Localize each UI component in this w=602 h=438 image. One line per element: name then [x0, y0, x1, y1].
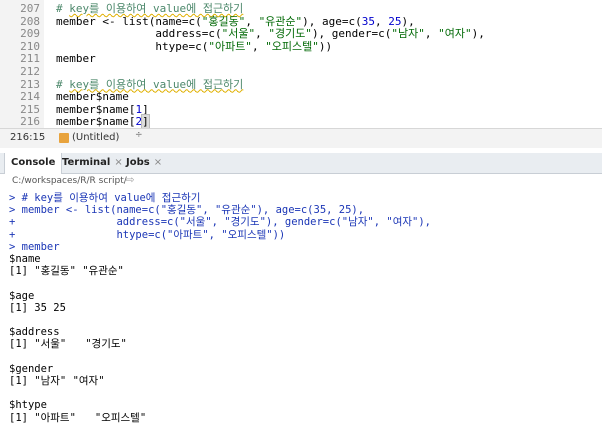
tab-console[interactable]: Console	[4, 153, 63, 174]
code-text[interactable]: # key를 이용하여 value에 접근하기	[56, 78, 243, 91]
arrow-icon[interactable]: ⇨	[126, 175, 134, 186]
console-input-line: > # key를 이용하여 value에 접근하기	[9, 192, 201, 204]
editor-line[interactable]: 212	[0, 65, 602, 78]
editor-line[interactable]: 210 htype=c("아파트", "오피스텔"))	[0, 40, 602, 53]
console-output-line: $age	[9, 289, 35, 302]
editor-line[interactable]: 207 # key를 이용하여 value에 접근하기	[0, 2, 602, 15]
code-text[interactable]: member$name[2]	[56, 114, 150, 128]
console-output-line: $gender	[9, 362, 54, 375]
editor-line[interactable]: 211 member	[0, 52, 602, 65]
code-token: "유관순"	[258, 14, 303, 28]
code-token: member$name[	[56, 115, 136, 128]
code-token: "오피스텔"	[265, 39, 319, 53]
code-text[interactable]: member$name[1]	[56, 103, 149, 116]
code-token: ,	[245, 14, 259, 28]
code-text[interactable]: address=c("서울", "경기도"), gender=c("남자", "…	[56, 27, 485, 40]
editor-status-bar: 216:15 (Untitled) ÷	[0, 128, 602, 149]
code-token: ))	[318, 39, 333, 53]
console-output[interactable]: > # key를 이용하여 value에 접근하기 > member <- lis…	[0, 190, 602, 438]
code-token: member <- list(name=c(	[56, 14, 202, 28]
code-token: "아파트"	[208, 39, 252, 53]
source-editor[interactable]: 207 # key를 이용하여 value에 접근하기 208 member <- l…	[0, 0, 602, 128]
editor-line[interactable]: 209 address=c("서울", "경기도"), gender=c("남자…	[0, 27, 602, 40]
cursor-position: 216:15	[10, 132, 46, 143]
code-token: member	[56, 52, 96, 66]
console-input-line: > member <- list(name=c("홍길동", "유관순"), a…	[9, 204, 365, 217]
console-output-line: [1] "서울" "경기도"	[9, 338, 127, 351]
console-input-line: + htype=c("아파트", "오피스텔"))	[9, 228, 286, 241]
code-token: ),	[471, 27, 485, 41]
line-number: 213	[20, 77, 40, 91]
text-cursor	[148, 116, 150, 128]
code-token: ,	[375, 14, 389, 28]
tab-label: Terminal	[62, 157, 111, 168]
code-text[interactable]: member <- list(name=c("홍길동", "유관순"), age…	[56, 15, 415, 28]
line-number: 215	[20, 102, 40, 116]
line-number: 212	[20, 65, 40, 78]
line-number: 207	[20, 2, 40, 15]
line-number: 214	[20, 90, 40, 104]
line-number: 210	[20, 39, 40, 53]
code-token: 25	[388, 14, 402, 28]
code-token: htype=c(	[56, 39, 209, 53]
code-token: "서울"	[221, 27, 256, 41]
line-number: 209	[20, 27, 40, 41]
console-output-line: [1] 35 25	[9, 301, 66, 314]
close-icon[interactable]: ×	[154, 157, 162, 168]
tab-terminal[interactable]: Terminal ×	[58, 153, 127, 173]
line-number: 216	[20, 115, 40, 128]
code-token: "여자"	[438, 27, 472, 41]
tab-jobs[interactable]: Jobs ×	[122, 153, 166, 173]
tab-label: Console	[11, 157, 56, 168]
code-token: #	[56, 77, 70, 91]
console-output-line: [1] "홍길동" "유관순"	[9, 265, 124, 278]
editor-line[interactable]: 208 member <- list(name=c("홍길동", "유관순"), …	[0, 15, 602, 28]
code-text[interactable]: member$name	[56, 90, 129, 103]
code-token: ),	[401, 14, 415, 28]
editor-line[interactable]: 216 member$name[2]	[0, 114, 602, 128]
code-token: #	[56, 2, 70, 15]
code-token: ,	[251, 39, 266, 53]
code-text[interactable]: member	[56, 52, 96, 65]
code-token: ), age=c(	[302, 14, 362, 28]
console-output-line: $address	[9, 326, 60, 339]
console-output-line: $name	[9, 253, 41, 265]
editor-line[interactable]: 215 member$name[1]	[0, 103, 602, 116]
chevron-updown-icon[interactable]: ÷	[135, 130, 143, 140]
console-tabbar: Console Terminal × Jobs ×	[0, 153, 602, 174]
console-input-line: + address=c("서울", "경기도"), gender=c("남자",…	[9, 216, 431, 229]
code-token: ), gender=c(	[311, 27, 392, 41]
line-number: 208	[20, 14, 40, 28]
code-token: ]	[141, 114, 150, 128]
code-token: "경기도"	[268, 27, 312, 41]
code-token: member$name	[56, 90, 129, 104]
code-token: ,	[255, 27, 269, 41]
code-token: ,	[424, 27, 439, 41]
console-output-line: $htype	[9, 399, 47, 412]
code-token: "홍길동"	[201, 14, 246, 28]
working-directory: C:/workspaces/R/R script/	[12, 176, 127, 186]
scope-selector[interactable]: (Untitled)	[72, 132, 119, 143]
tab-label: Jobs	[126, 157, 150, 168]
code-token: "남자"	[391, 27, 425, 41]
console-path-bar: C:/workspaces/R/R script/ ⇨	[0, 174, 602, 190]
editor-line[interactable]: 213 # key를 이용하여 value에 접근하기	[0, 78, 602, 91]
editor-line[interactable]: 214 member$name	[0, 90, 602, 103]
code-token: address=c(	[56, 27, 222, 41]
code-token: key를 이용하여 value에 접근하기	[69, 77, 244, 91]
code-token: 35	[361, 14, 376, 28]
code-token: ]	[142, 102, 149, 116]
code-text[interactable]: # key를 이용하여 value에 접근하기	[56, 2, 243, 15]
console-output-line: [1] "아파트" "오피스텔"	[9, 411, 147, 424]
file-type-icon	[59, 133, 69, 143]
line-number: 211	[20, 52, 40, 66]
code-token: member$name[	[56, 102, 136, 116]
console-input-line: > member	[9, 240, 60, 253]
console-output-line: [1] "남자" "여자"	[9, 375, 105, 387]
code-token: key를 이용하여 value에 접근하기	[69, 2, 244, 15]
code-text[interactable]: htype=c("아파트", "오피스텔"))	[56, 40, 332, 53]
